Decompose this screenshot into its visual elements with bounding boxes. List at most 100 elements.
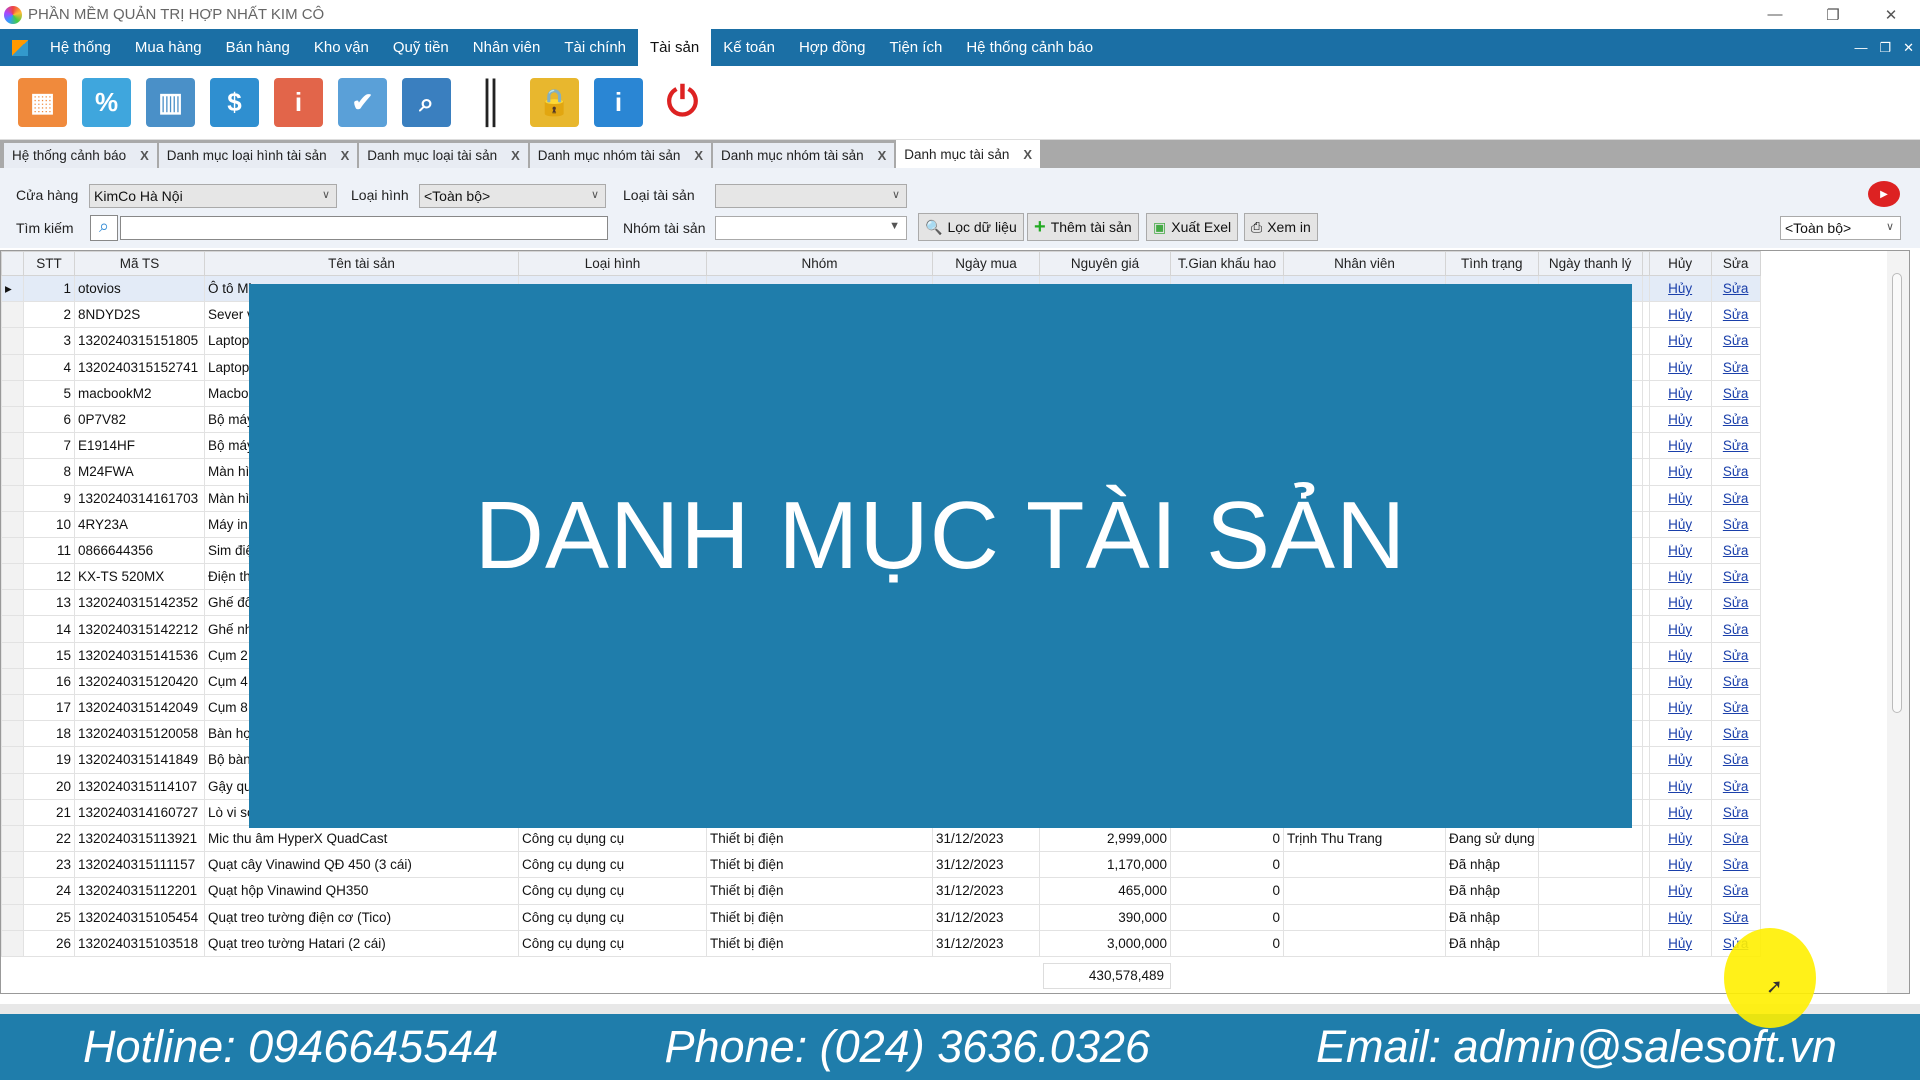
row-indicator[interactable] [1,536,24,565]
cancel-link[interactable]: Hủy [1648,563,1712,591]
print-preview-button[interactable]: ⎙ Xem in [1244,213,1318,241]
menu-item-2[interactable]: Bán hàng [214,29,302,66]
edit-link[interactable]: Sửa [1710,274,1761,303]
mdi-restore-button[interactable]: ❐ [1879,40,1891,56]
filter-button[interactable]: 🔍 Lọc dữ liệu [918,213,1024,241]
edit-link[interactable]: Sửa [1710,301,1761,329]
column-header[interactable]: Nhóm [706,251,933,276]
asset-type-select[interactable]: ∨ [715,184,907,208]
edit-link[interactable]: Sửa [1710,903,1761,931]
column-header[interactable]: Sửa [1710,251,1761,276]
column-header[interactable]: Tên tài sản [204,251,519,276]
tab-5[interactable]: Danh mục tài sản X [896,140,1041,168]
column-header[interactable]: Mã TS [74,251,205,276]
video-help-icon[interactable]: ▶ [1868,181,1900,207]
tab-2[interactable]: Danh mục loại tài sản X [359,143,528,168]
menu-item-9[interactable]: Hợp đồng [787,29,878,66]
store-select[interactable]: KimCo Hà Nội ∨ [89,184,337,208]
edit-link[interactable]: Sửa [1710,405,1761,434]
row-indicator[interactable] [1,458,24,486]
menu-item-4[interactable]: Quỹ tiền [381,29,461,66]
app-menu-icon[interactable] [12,39,28,56]
row-indicator[interactable] [1,851,24,879]
menu-item-0[interactable]: Hệ thống [38,29,123,66]
row-indicator[interactable] [1,432,24,460]
row-indicator[interactable] [1,903,24,931]
close-icon[interactable]: X [1023,147,1032,162]
menu-item-11[interactable]: Hệ thống cảnh báo [954,29,1105,66]
row-indicator[interactable] [1,589,24,617]
column-header[interactable]: Nguyên giá [1039,251,1171,276]
menu-item-10[interactable]: Tiện ích [878,29,955,66]
cancel-link[interactable]: Hủy [1648,353,1712,381]
cancel-link[interactable]: Hủy [1648,746,1712,774]
cancel-link[interactable]: Hủy [1648,301,1712,329]
column-header[interactable]: Ngày mua [932,251,1040,276]
power-icon[interactable]: ⏻ [658,78,707,127]
lock-icon[interactable]: 🔒 [530,78,579,127]
table-row[interactable]: 25 1320240315105454 Quạt treo tường điện c… [1,903,1761,931]
edit-link[interactable]: Sửa [1710,484,1761,512]
table-row[interactable]: 24 1320240315112201 Quạt hộp Vinawind QH35… [1,877,1761,905]
column-header[interactable]: Nhân viên [1283,251,1446,276]
row-indicator[interactable] [1,824,24,853]
type-select[interactable]: <Toàn bộ> ∨ [419,184,606,208]
edit-link[interactable]: Sửa [1710,458,1761,486]
row-indicator[interactable] [1,929,24,957]
cancel-link[interactable]: Hủy [1648,615,1712,643]
search-icon[interactable]: ⌕ [90,215,118,241]
table-row[interactable]: 22 1320240315113921 Mic thu âm HyperX Quad… [1,824,1761,853]
row-indicator[interactable] [1,877,24,905]
tab-3[interactable]: Danh mục nhóm tài sản X [529,143,712,168]
row-indicator[interactable] [1,667,24,696]
table-row[interactable]: 23 1320240315111157 Quạt cây Vinawind QĐ 4… [1,851,1761,879]
edit-link[interactable]: Sửa [1710,379,1761,407]
edit-link[interactable]: Sửa [1710,746,1761,774]
tab-4[interactable]: Danh mục nhóm tài sản X [713,143,895,168]
close-icon[interactable]: X [878,148,887,163]
cancel-link[interactable]: Hủy [1648,798,1712,826]
scrollbar-thumb[interactable] [1892,273,1902,713]
cancel-link[interactable]: Hủy [1648,720,1712,748]
cancel-link[interactable]: Hủy [1648,589,1712,617]
column-header[interactable]: T.Gian khấu hao [1170,251,1284,276]
vertical-scrollbar[interactable] [1887,251,1909,993]
edit-link[interactable]: Sửa [1710,641,1761,669]
cancel-link[interactable]: Hủy [1648,405,1712,434]
row-indicator[interactable] [1,510,24,538]
search-document-icon[interactable]: ⌕ [402,78,451,127]
warehouse-icon[interactable]: ▥ [146,78,195,127]
edit-link[interactable]: Sửa [1710,432,1761,460]
search-input[interactable] [120,216,608,240]
row-indicator[interactable] [1,379,24,407]
menu-item-8[interactable]: Kế toán [711,29,787,66]
close-icon[interactable]: X [341,148,350,163]
edit-link[interactable]: Sửa [1710,327,1761,355]
basket-icon[interactable]: ▦ [18,78,67,127]
scope-select[interactable]: <Toàn bộ> ∨ [1780,216,1901,240]
discount-tag-icon[interactable]: % [82,78,131,127]
mdi-minimize-button[interactable]: — [1854,40,1867,55]
cancel-link[interactable]: Hủy [1648,379,1712,407]
cancel-link[interactable]: Hủy [1648,772,1712,800]
close-icon[interactable]: X [140,148,149,163]
edit-link[interactable]: Sửa [1710,667,1761,696]
minimize-button[interactable]: — [1746,0,1804,29]
row-indicator[interactable] [1,301,24,329]
edit-link[interactable]: Sửa [1710,798,1761,826]
cancel-link[interactable]: Hủy [1648,667,1712,696]
edit-link[interactable]: Sửa [1710,615,1761,643]
edit-link[interactable]: Sửa [1710,851,1761,879]
edit-link[interactable]: Sửa [1710,877,1761,905]
edit-link[interactable]: Sửa [1710,693,1761,722]
cancel-link[interactable]: Hủy [1648,693,1712,722]
cancel-link[interactable]: Hủy [1648,877,1712,905]
edit-link[interactable]: Sửa [1710,824,1761,853]
table-row[interactable]: 26 1320240315103518 Quạt treo tường Hatari… [1,929,1761,957]
mdi-close-button[interactable]: ✕ [1903,40,1914,56]
edit-link[interactable]: Sửa [1710,589,1761,617]
menu-item-5[interactable]: Nhân viên [461,29,553,66]
edit-link[interactable]: Sửa [1710,536,1761,565]
menu-item-7[interactable]: Tài sản [638,29,712,66]
menu-item-3[interactable]: Kho vận [302,29,381,66]
